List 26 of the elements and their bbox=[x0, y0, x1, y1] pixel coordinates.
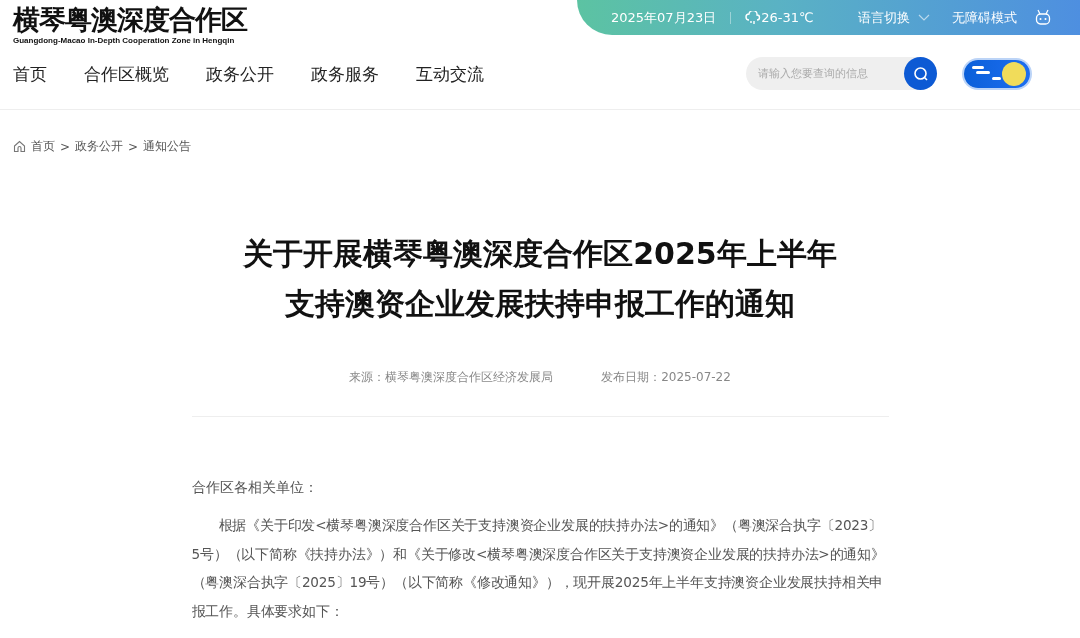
article-title: 支持澳资企业发展扶持申报工作的通知 bbox=[284, 285, 796, 323]
breadcrumb-separator: > bbox=[128, 139, 139, 154]
nav-link[interactable]: 互动交流 bbox=[416, 63, 484, 86]
temperature-text: 26-31℃ bbox=[761, 10, 814, 25]
site-logo-subtitle: Guangdong-Macao In-Depth Cooperation Zone in Hengqin bbox=[13, 36, 236, 46]
search-icon bbox=[912, 65, 929, 82]
nav-link[interactable]: 政务公开 bbox=[206, 63, 274, 86]
theme-toggle[interactable] bbox=[964, 59, 1030, 88]
cloud-rain-icon bbox=[745, 10, 762, 25]
salutation-text: 合作区各相关单位： bbox=[191, 478, 319, 497]
robot-icon[interactable] bbox=[1034, 9, 1051, 26]
breadcrumb-separator: > bbox=[60, 139, 71, 154]
site-logo-title[interactable]: 横琴粤澳深度合作区 bbox=[13, 4, 484, 36]
breadcrumb-link[interactable]: 首页 bbox=[31, 138, 55, 155]
nav-link[interactable]: 首页 bbox=[13, 63, 47, 86]
body-paragraph: 根据《关于印发<横琴粤澳深度合作区关于支持澳资企业发展的扶持办法>的通知》（粤澳深合执字〔2023〕5号）（以下简称《扶持办法》）和《关于修改<横琴粤澳深度合作区关于支持澳资企业发展的扶持办法>的通知》（粤澳深合执字〔2025〕19号）（以下简称《修改通知》），现开展2025年上半年支持澳资企业发展扶持相关申报工作。具体要求如下： bbox=[191, 516, 886, 621]
publish-date: 发布日期：2025-07-22 bbox=[601, 369, 731, 386]
article-title: 关于开展横琴粤澳深度合作区2025年上半年 bbox=[242, 235, 838, 273]
breadcrumb-link[interactable]: 通知公告 bbox=[143, 138, 192, 155]
home-icon[interactable] bbox=[13, 140, 26, 153]
article-source: 来源：横琴粤澳深度合作区经济发展局 bbox=[349, 369, 554, 386]
chevron-down-icon bbox=[917, 14, 930, 21]
nav-link[interactable]: 政务服务 bbox=[311, 63, 379, 86]
nav-link[interactable]: 合作区概览 bbox=[84, 63, 169, 86]
date-text: 2025年07月23日 bbox=[611, 8, 717, 27]
breadcrumb-link[interactable]: 政务公开 bbox=[75, 138, 124, 155]
